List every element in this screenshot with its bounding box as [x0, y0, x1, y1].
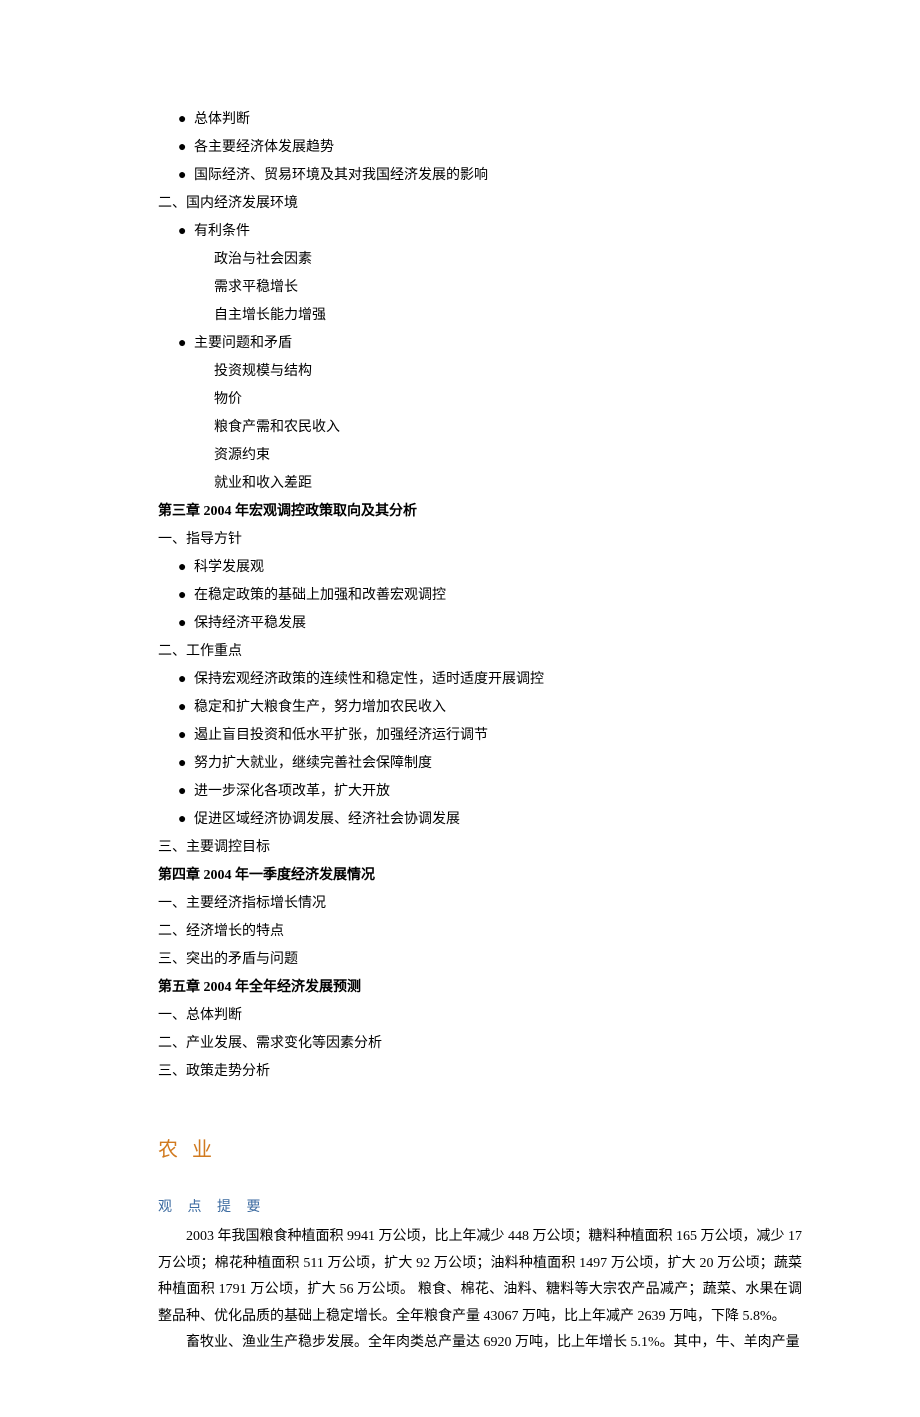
- body-paragraph: 2003 年我国粮食种植面积 9941 万公顷，比上年减少 448 万公顷；糖料…: [118, 1224, 802, 1330]
- sub-heading-viewpoint: 观 点 提 要: [118, 1194, 802, 1222]
- section-heading-agriculture: 农业: [118, 1130, 802, 1170]
- toc-bullet-item: ●保持经济平稳发展: [118, 610, 802, 638]
- toc-bullet-item: ●进一步深化各项改革，扩大开放: [118, 778, 802, 806]
- toc-bullet-item: ●遏止盲目投资和低水平扩张，加强经济运行调节: [118, 722, 802, 750]
- toc-chapter-title: 第五章 2004 年全年经济发展预测: [118, 974, 802, 1002]
- toc-bullet-item: ●稳定和扩大粮食生产，努力增加农民收入: [118, 694, 802, 722]
- toc-bullet-item: ●总体判断: [118, 106, 802, 134]
- toc-section-title: 一、指导方针: [118, 526, 802, 554]
- bullet-icon: ●: [178, 106, 194, 134]
- bullet-icon: ●: [178, 134, 194, 162]
- bullet-icon: ●: [178, 750, 194, 778]
- toc-bullet-item: ●促进区域经济协调发展、经济社会协调发展: [118, 806, 802, 834]
- bullet-icon: ●: [178, 806, 194, 834]
- toc-section-title: 二、工作重点: [118, 638, 802, 666]
- toc-section-title: 二、产业发展、需求变化等因素分析: [118, 1030, 802, 1058]
- toc-sub-item: 自主增长能力增强: [118, 302, 802, 330]
- toc-sub-item: 物价: [118, 386, 802, 414]
- body-paragraph: 畜牧业、渔业生产稳步发展。全年肉类总产量达 6920 万吨，比上年增长 5.1%…: [118, 1330, 802, 1357]
- toc-sub-item: 需求平稳增长: [118, 274, 802, 302]
- toc-section-title: 三、突出的矛盾与问题: [118, 946, 802, 974]
- toc-section-title: 二、国内经济发展环境: [118, 190, 802, 218]
- toc-bullet-item: ●科学发展观: [118, 554, 802, 582]
- toc-section-title: 一、总体判断: [118, 1002, 802, 1030]
- toc-bullet-item: ●努力扩大就业，继续完善社会保障制度: [118, 750, 802, 778]
- bullet-icon: ●: [178, 582, 194, 610]
- bullet-icon: ●: [178, 722, 194, 750]
- bullet-icon: ●: [178, 554, 194, 582]
- toc-bullet-item: ●各主要经济体发展趋势: [118, 134, 802, 162]
- bullet-icon: ●: [178, 694, 194, 722]
- toc-bullet-item: ●保持宏观经济政策的连续性和稳定性，适时适度开展调控: [118, 666, 802, 694]
- toc-bullet-item: ●主要问题和矛盾: [118, 330, 802, 358]
- toc-section-title: 二、经济增长的特点: [118, 918, 802, 946]
- bullet-icon: ●: [178, 666, 194, 694]
- toc-section-title: 三、主要调控目标: [118, 834, 802, 862]
- toc-bullet-item: ●国际经济、贸易环境及其对我国经济发展的影响: [118, 162, 802, 190]
- toc-sub-item: 政治与社会因素: [118, 246, 802, 274]
- toc-section-title: 三、政策走势分析: [118, 1058, 802, 1086]
- bullet-icon: ●: [178, 330, 194, 358]
- toc-chapter-title: 第四章 2004 年一季度经济发展情况: [118, 862, 802, 890]
- bullet-icon: ●: [178, 778, 194, 806]
- toc-sub-item: 资源约束: [118, 442, 802, 470]
- bullet-icon: ●: [178, 162, 194, 190]
- toc-section-title: 一、主要经济指标增长情况: [118, 890, 802, 918]
- bullet-icon: ●: [178, 218, 194, 246]
- toc-sub-item: 就业和收入差距: [118, 470, 802, 498]
- toc-chapter-title: 第三章 2004 年宏观调控政策取向及其分析: [118, 498, 802, 526]
- toc-bullet-item: ●在稳定政策的基础上加强和改善宏观调控: [118, 582, 802, 610]
- bullet-icon: ●: [178, 610, 194, 638]
- document-page: ●总体判断 ●各主要经济体发展趋势 ●国际经济、贸易环境及其对我国经济发展的影响…: [0, 0, 920, 1417]
- toc-sub-item: 粮食产需和农民收入: [118, 414, 802, 442]
- toc-sub-item: 投资规模与结构: [118, 358, 802, 386]
- toc-bullet-item: ●有利条件: [118, 218, 802, 246]
